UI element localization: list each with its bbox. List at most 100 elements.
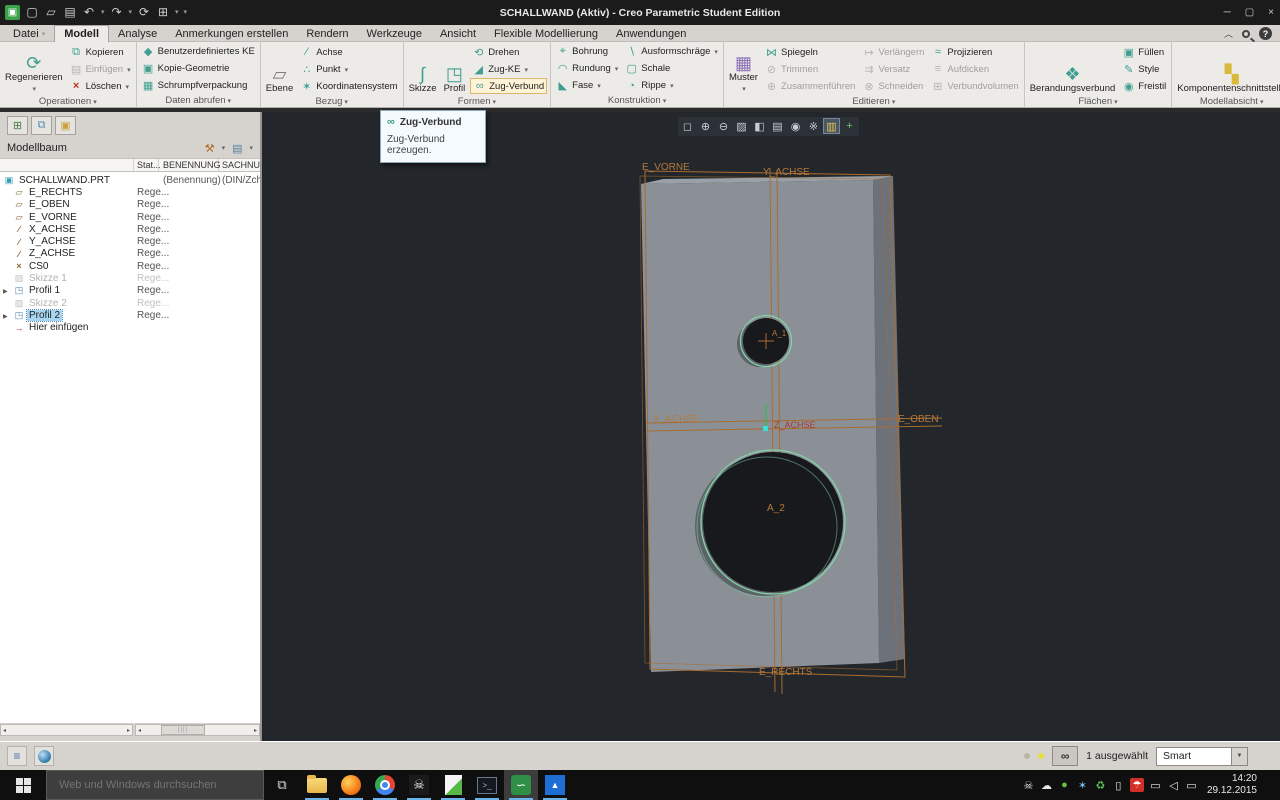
customize-qat-button[interactable]: ▾ bbox=[184, 8, 188, 16]
dropdown-arrow-icon[interactable] bbox=[1231, 747, 1247, 765]
label-e-oben[interactable]: E_OBEN bbox=[898, 414, 939, 425]
favorites-tab[interactable]: ▣ bbox=[55, 115, 76, 135]
tab-flexible-modellierung[interactable]: Flexible Modellierung bbox=[485, 25, 607, 42]
tab-analyse[interactable]: Analyse bbox=[109, 25, 166, 42]
panel-front-face[interactable] bbox=[641, 180, 879, 672]
tray-sync-icon[interactable]: ✶ bbox=[1076, 779, 1089, 792]
komponentenschnittstelle-button[interactable]: ▚ Komponentenschnittstelle bbox=[1175, 43, 1280, 95]
collapse-ribbon-button[interactable]: ︿ bbox=[1224, 27, 1233, 40]
tree-row-axis[interactable]: Y_ACHSE Rege... bbox=[0, 235, 260, 247]
save-button[interactable]: ▤ bbox=[63, 3, 77, 21]
group-label-konstruktion[interactable]: Konstruktion bbox=[554, 94, 720, 107]
punkt-button[interactable]: ∴ Punkt bbox=[298, 61, 399, 77]
taskbar-explorer[interactable] bbox=[300, 770, 334, 800]
model-canvas[interactable]: E_VORNE Y_ACHSE X_ACHSE Z_ACHSE E_OBEN A… bbox=[262, 112, 1280, 741]
tree-row-plane[interactable]: E_VORNE Rege... bbox=[0, 211, 260, 223]
node-label[interactable]: E_OBEN bbox=[27, 199, 72, 210]
schrumpfverpackung-button[interactable]: ▦ Schrumpfverpackung bbox=[140, 78, 257, 94]
task-view-button[interactable]: ⧉ bbox=[264, 770, 300, 800]
group-label-flaechen[interactable]: Flächen bbox=[1028, 95, 1169, 107]
achse-button[interactable]: ∕ Achse bbox=[298, 44, 399, 60]
column-sachnummer[interactable]: SACHNUMMER bbox=[222, 159, 260, 171]
start-button[interactable] bbox=[0, 770, 46, 800]
help-icon[interactable]: ? bbox=[1259, 27, 1272, 40]
node-label[interactable]: Hier einfügen bbox=[27, 322, 90, 333]
group-label-operationen[interactable]: Operationen bbox=[3, 95, 133, 107]
expand-arrow-icon[interactable] bbox=[3, 285, 13, 296]
group-label-bezug[interactable]: Bezug bbox=[264, 95, 400, 107]
close-button[interactable]: × bbox=[1268, 7, 1274, 18]
regenerate-quick-button[interactable]: ⟳ bbox=[137, 3, 151, 21]
label-z-achse[interactable]: Z_ACHSE bbox=[774, 420, 816, 430]
tray-usb-icon[interactable]: ▯ bbox=[1112, 779, 1125, 792]
group-label-editieren[interactable]: Editieren bbox=[727, 95, 1021, 107]
tree-row-profil2[interactable]: Profil 2 Rege... bbox=[0, 308, 260, 322]
rippe-button[interactable]: ◔ Rippe bbox=[623, 78, 720, 94]
kopieren-button[interactable]: ⧉ Kopieren bbox=[68, 44, 133, 60]
fuellen-button[interactable]: ▣ Füllen bbox=[1120, 44, 1168, 60]
taskbar-chrome[interactable] bbox=[368, 770, 402, 800]
tab-datei[interactable]: Datei ▾ bbox=[4, 25, 54, 42]
tray-notifications-icon[interactable]: ▭ bbox=[1185, 779, 1198, 792]
freistil-button[interactable]: ◉ Freistil bbox=[1120, 78, 1168, 94]
schale-button[interactable]: ▢ Schale bbox=[623, 61, 720, 77]
tab-anwendungen[interactable]: Anwendungen bbox=[607, 25, 695, 42]
node-label[interactable]: SCHALLWAND.PRT bbox=[17, 175, 112, 186]
tray-recycle-icon[interactable]: ♻ bbox=[1094, 779, 1107, 792]
tree-row-sketch[interactable]: Skizze 1 Rege... bbox=[0, 272, 260, 284]
koordinatensystem-button[interactable]: ✶ Koordinatensystem bbox=[298, 78, 399, 94]
layer-tree-tab[interactable]: ⧉ bbox=[31, 115, 52, 135]
taskbar-terminal[interactable]: >_ bbox=[470, 770, 504, 800]
repaint-icon[interactable]: ▨ bbox=[733, 118, 750, 134]
capture-icon[interactable]: ◉ bbox=[787, 118, 804, 134]
filter-list-icon[interactable]: ≡ bbox=[7, 746, 27, 766]
window-dropdown[interactable]: ▾ bbox=[175, 8, 179, 16]
skizze-button[interactable]: ∫ Skizze bbox=[407, 43, 439, 95]
muster-button[interactable]: ▦ Muster bbox=[727, 43, 760, 95]
taskbar-photos[interactable]: ▲ bbox=[538, 770, 572, 800]
projizieren-button[interactable]: ≈ Projizieren bbox=[929, 44, 1020, 60]
tab-ansicht[interactable]: Ansicht bbox=[431, 25, 485, 42]
taskbar-firefox[interactable] bbox=[334, 770, 368, 800]
tree-column-headers[interactable]: Stat... BENENNUNG SACHNUMMER bbox=[0, 158, 260, 172]
group-label-modellabsicht[interactable]: Modellabsicht bbox=[1175, 95, 1280, 107]
tray-volume-icon[interactable]: ◁ bbox=[1167, 779, 1180, 792]
taskbar-game[interactable]: ☠ bbox=[402, 770, 436, 800]
tree-row-axis[interactable]: X_ACHSE Rege... bbox=[0, 223, 260, 235]
annotation-display-icon[interactable]: ▥ bbox=[823, 118, 840, 134]
taskbar-editor[interactable] bbox=[436, 770, 470, 800]
tree-row-profil1[interactable]: Profil 1 Rege... bbox=[0, 285, 260, 297]
tab-modell[interactable]: Modell bbox=[54, 25, 110, 42]
zoom-in-icon[interactable]: ⊕ bbox=[697, 118, 714, 134]
scrollbar-thumb[interactable]: |||| bbox=[161, 725, 206, 735]
rundung-button[interactable]: ◠ Rundung bbox=[554, 61, 620, 77]
undo-dropdown[interactable]: ▾ bbox=[101, 8, 105, 16]
berandungsverbund-button[interactable]: ❖ Berandungsverbund bbox=[1028, 43, 1118, 95]
tab-rendern[interactable]: Rendern bbox=[297, 25, 357, 42]
graphics-area[interactable]: ◻ ⊕ ⊖ ▨ ◧ ▤ ◉ ※ ▥ + E_VORNE Y_ACHSE X_AC… bbox=[262, 112, 1280, 741]
search-icon[interactable] bbox=[1242, 29, 1250, 38]
tree-row-insert-here[interactable]: Hier einfügen bbox=[0, 322, 260, 334]
profil-button[interactable]: ◳ Profil bbox=[442, 43, 468, 95]
ausformschraege-button[interactable]: ∖ Ausformschräge bbox=[623, 44, 720, 60]
tree-scrollbar-left[interactable]: ◂ ▸ bbox=[0, 724, 133, 736]
tray-antivirus-icon[interactable]: ☂ bbox=[1129, 778, 1144, 792]
label-y-achse[interactable]: Y_ACHSE bbox=[763, 167, 810, 178]
taskbar-search[interactable] bbox=[46, 770, 264, 800]
browser-globe-icon[interactable] bbox=[34, 746, 54, 766]
taskbar-creo[interactable]: ∽ bbox=[504, 770, 538, 800]
datum-display-filter-icon[interactable]: ※ bbox=[805, 118, 822, 134]
minimize-button[interactable]: ─ bbox=[1224, 7, 1231, 18]
window-switch-button[interactable]: ⊞ bbox=[156, 3, 170, 21]
zug-verbund-button[interactable]: ∞ Zug-Verbund bbox=[470, 78, 548, 94]
node-label[interactable]: Y_ACHSE bbox=[27, 236, 78, 247]
search-input[interactable] bbox=[47, 779, 263, 791]
node-label[interactable]: X_ACHSE bbox=[27, 224, 78, 235]
node-label[interactable]: Skizze 2 bbox=[27, 298, 69, 309]
tray-network-icon[interactable]: ▭ bbox=[1149, 779, 1162, 792]
tray-leaf-icon[interactable]: ● bbox=[1058, 779, 1071, 791]
redo-dropdown[interactable]: ▾ bbox=[129, 8, 133, 16]
open-file-button[interactable]: ▱ bbox=[44, 3, 58, 21]
expand-arrow-icon[interactable] bbox=[3, 310, 13, 321]
csys-point[interactable] bbox=[763, 426, 768, 431]
